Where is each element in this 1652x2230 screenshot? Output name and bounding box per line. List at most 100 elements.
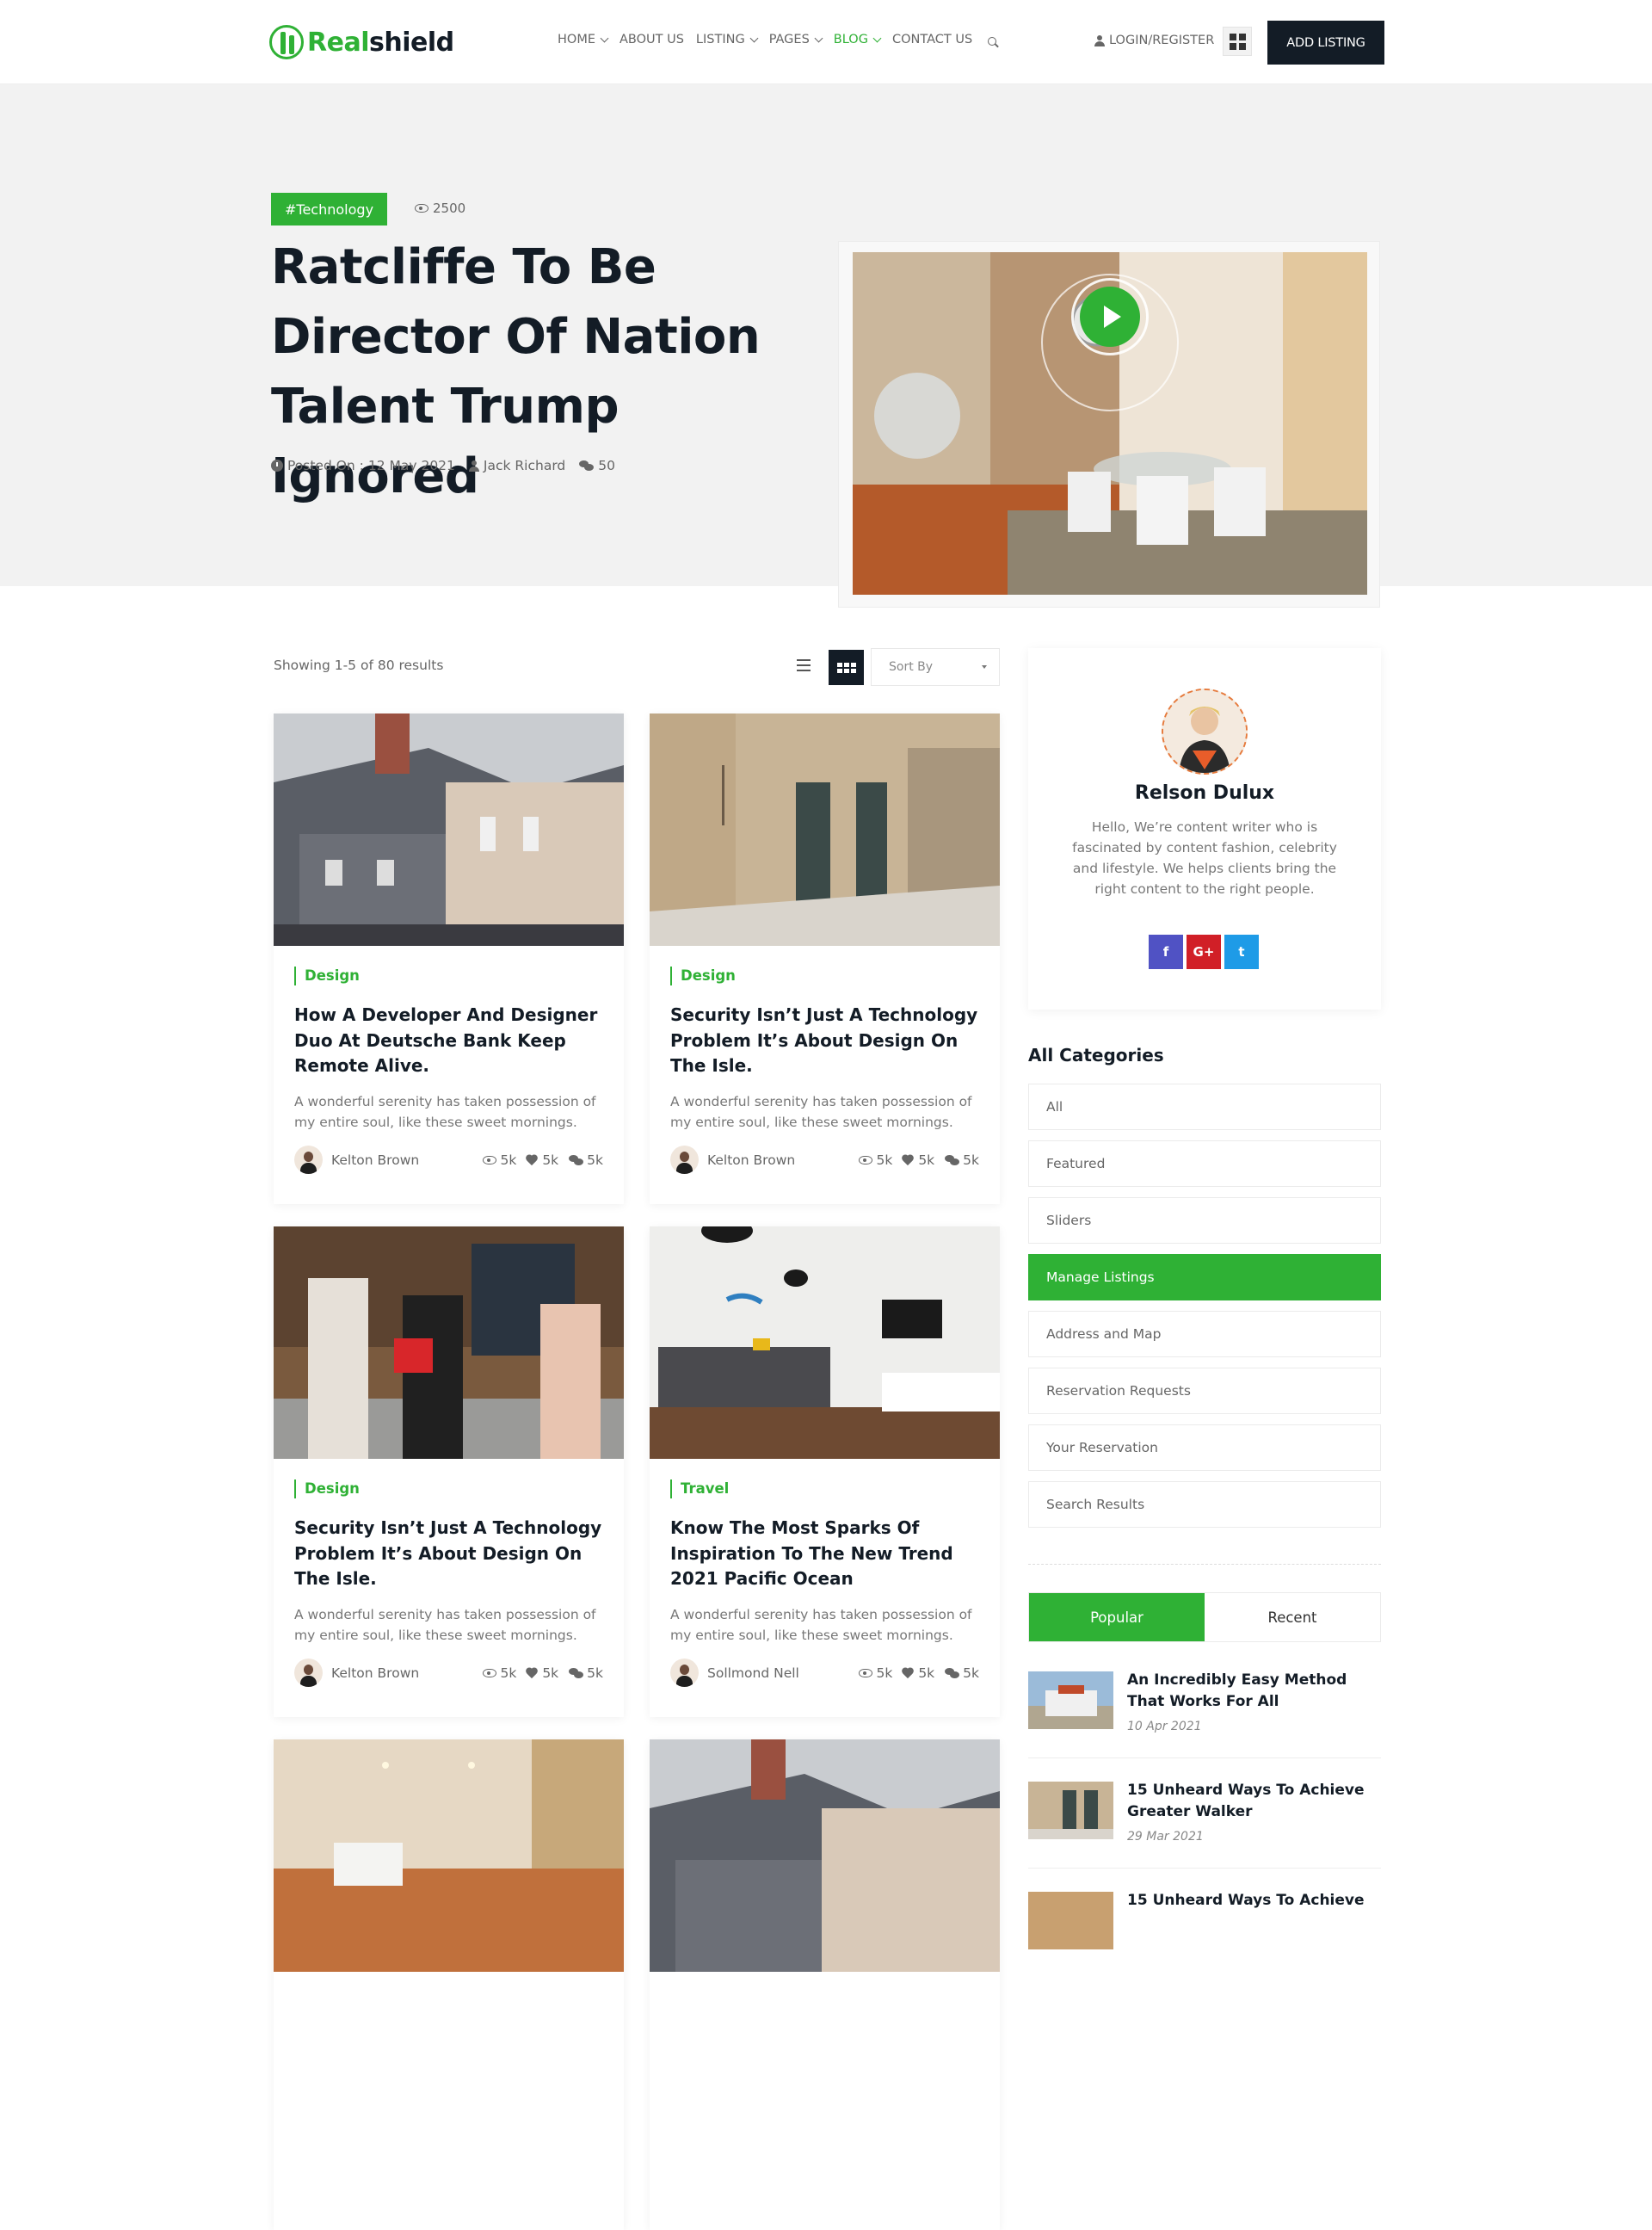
logo[interactable]: Realshield (269, 24, 454, 60)
blog-card[interactable]: Design Security Isn’t Just A Technology … (274, 1226, 624, 1717)
grid-view-button[interactable] (829, 650, 864, 685)
card-stats: 5k 5k 5k (859, 1665, 979, 1681)
blog-card[interactable]: Design How A Developer And Designer Duo … (274, 713, 624, 1204)
heart-icon (903, 1668, 915, 1678)
category-sliders[interactable]: Sliders (1028, 1197, 1381, 1244)
search-icon (988, 37, 997, 46)
post-thumbnail[interactable] (1028, 1671, 1113, 1729)
add-listing-button[interactable]: ADD LISTING (1267, 21, 1384, 65)
card-image[interactable] (274, 1226, 624, 1459)
category-all[interactable]: All (1028, 1084, 1381, 1130)
list-view-icon[interactable] (797, 659, 811, 671)
login-register-link[interactable]: LOGIN/REGISTER (1094, 34, 1214, 47)
category-your-reservation[interactable]: Your Reservation (1028, 1424, 1381, 1471)
post-date: 10 Apr 2021 (1127, 1720, 1202, 1733)
card-author[interactable]: Kelton Brown (294, 1146, 419, 1174)
hero-author[interactable]: Jack Richard (484, 458, 565, 473)
category-address-map[interactable]: Address and Map (1028, 1311, 1381, 1357)
comments-icon (569, 1155, 584, 1165)
clock-icon (271, 460, 283, 472)
card-title[interactable]: How A Developer And Designer Duo At Deut… (294, 1003, 613, 1079)
chevron-down-icon (600, 34, 609, 42)
hero-meta: Posted On : 12 May 2021 Jack Richard 50 (271, 458, 615, 473)
apps-grid-button[interactable] (1223, 27, 1252, 56)
blog-card[interactable] (650, 1739, 1000, 2230)
card-category[interactable]: Design (670, 967, 736, 985)
tab-recent[interactable]: Recent (1205, 1593, 1380, 1641)
google-plus-icon[interactable]: G+ (1187, 935, 1221, 969)
category-manage-listings[interactable]: Manage Listings (1028, 1254, 1381, 1300)
user-icon (468, 460, 479, 472)
comments-icon (569, 1668, 584, 1678)
play-icon (1104, 306, 1121, 328)
author-name[interactable]: Relson Dulux (1028, 782, 1381, 804)
post-title[interactable]: 15 Unheard Ways To Achieve (1127, 1890, 1381, 1912)
card-title[interactable]: Security Isn’t Just A Technology Problem… (670, 1003, 989, 1079)
card-excerpt: A wonderful serenity has taken possessio… (294, 1094, 596, 1130)
chevron-down-icon (814, 34, 823, 42)
card-image[interactable] (650, 1739, 1000, 1972)
avatar (670, 1146, 699, 1174)
user-icon (1094, 34, 1105, 46)
comments-icon (579, 460, 595, 471)
tab-popular[interactable]: Popular (1029, 1593, 1205, 1641)
post-title[interactable]: 15 Unheard Ways To Achieve Greater Walke… (1127, 1780, 1381, 1823)
avatar (670, 1659, 699, 1687)
heart-icon (527, 1155, 539, 1165)
category-featured[interactable]: Featured (1028, 1140, 1381, 1187)
nav-blog[interactable]: BLOG (834, 33, 882, 46)
card-category[interactable]: Design (294, 1479, 360, 1498)
nav-search[interactable] (984, 33, 997, 46)
sort-select[interactable]: Sort By (871, 648, 1000, 686)
categories-title: All Categories (1028, 1045, 1164, 1066)
card-excerpt: A wonderful serenity has taken possessio… (670, 1607, 972, 1643)
card-stats: 5k 5k 5k (483, 1665, 603, 1681)
nav-about[interactable]: ABOUT US (620, 33, 684, 46)
hero-views: 2500 (415, 201, 465, 216)
card-excerpt: A wonderful serenity has taken possessio… (670, 1094, 972, 1130)
hero-tag[interactable]: #Technology (271, 193, 388, 225)
results-count: Showing 1-5 of 80 results (274, 658, 444, 673)
nav-pages[interactable]: PAGES (769, 33, 823, 46)
blog-card[interactable] (274, 1739, 624, 2230)
card-author[interactable]: Sollmond Nell (670, 1659, 799, 1687)
nav-home[interactable]: HOME (558, 33, 609, 46)
eye-icon (483, 1669, 497, 1677)
divider (1028, 1564, 1381, 1565)
card-image[interactable] (650, 1226, 1000, 1459)
twitter-icon[interactable]: t (1224, 935, 1259, 969)
comments-icon (945, 1668, 960, 1678)
post-thumbnail[interactable] (1028, 1892, 1113, 1949)
play-button[interactable] (1080, 287, 1140, 347)
heart-icon (903, 1155, 915, 1165)
blog-card[interactable]: Travel Know The Most Sparks Of Inspirati… (650, 1226, 1000, 1717)
nav-contact[interactable]: CONTACT US (892, 33, 972, 46)
card-category[interactable]: Design (294, 967, 360, 985)
facebook-icon[interactable]: f (1149, 935, 1183, 969)
card-excerpt: A wonderful serenity has taken possessio… (294, 1607, 596, 1643)
nav-listing[interactable]: LISTING (696, 33, 759, 46)
card-image[interactable] (274, 713, 624, 946)
main-nav: HOME ABOUT US LISTING PAGES BLOG CONTACT… (558, 33, 997, 46)
card-image[interactable] (650, 713, 1000, 946)
post-title[interactable]: An Incredibly Easy Method That Works For… (1127, 1670, 1381, 1713)
site-header: Realshield HOME ABOUT US LISTING PAGES B… (0, 0, 1652, 84)
post-thumbnail[interactable] (1028, 1782, 1113, 1839)
author-avatar (1162, 689, 1248, 775)
category-search-results[interactable]: Search Results (1028, 1481, 1381, 1528)
blog-card[interactable]: Design Security Isn’t Just A Technology … (650, 713, 1000, 1204)
card-title[interactable]: Know The Most Sparks Of Inspiration To T… (670, 1516, 989, 1592)
card-image[interactable] (274, 1739, 624, 1972)
card-author[interactable]: Kelton Brown (670, 1146, 795, 1174)
card-category[interactable]: Travel (670, 1479, 729, 1498)
card-author[interactable]: Kelton Brown (294, 1659, 419, 1687)
eye-icon (859, 1156, 873, 1164)
heart-icon (527, 1668, 539, 1678)
comments-icon (945, 1155, 960, 1165)
category-reservation-requests[interactable]: Reservation Requests (1028, 1368, 1381, 1414)
chevron-down-icon (872, 34, 882, 42)
posts-tabs: Popular Recent (1028, 1592, 1381, 1642)
author-bio: Hello, We’re content writer who is fasci… (1072, 819, 1337, 897)
author-widget: Relson Dulux Hello, We’re content writer… (1028, 648, 1381, 1010)
card-title[interactable]: Security Isn’t Just A Technology Problem… (294, 1516, 613, 1592)
